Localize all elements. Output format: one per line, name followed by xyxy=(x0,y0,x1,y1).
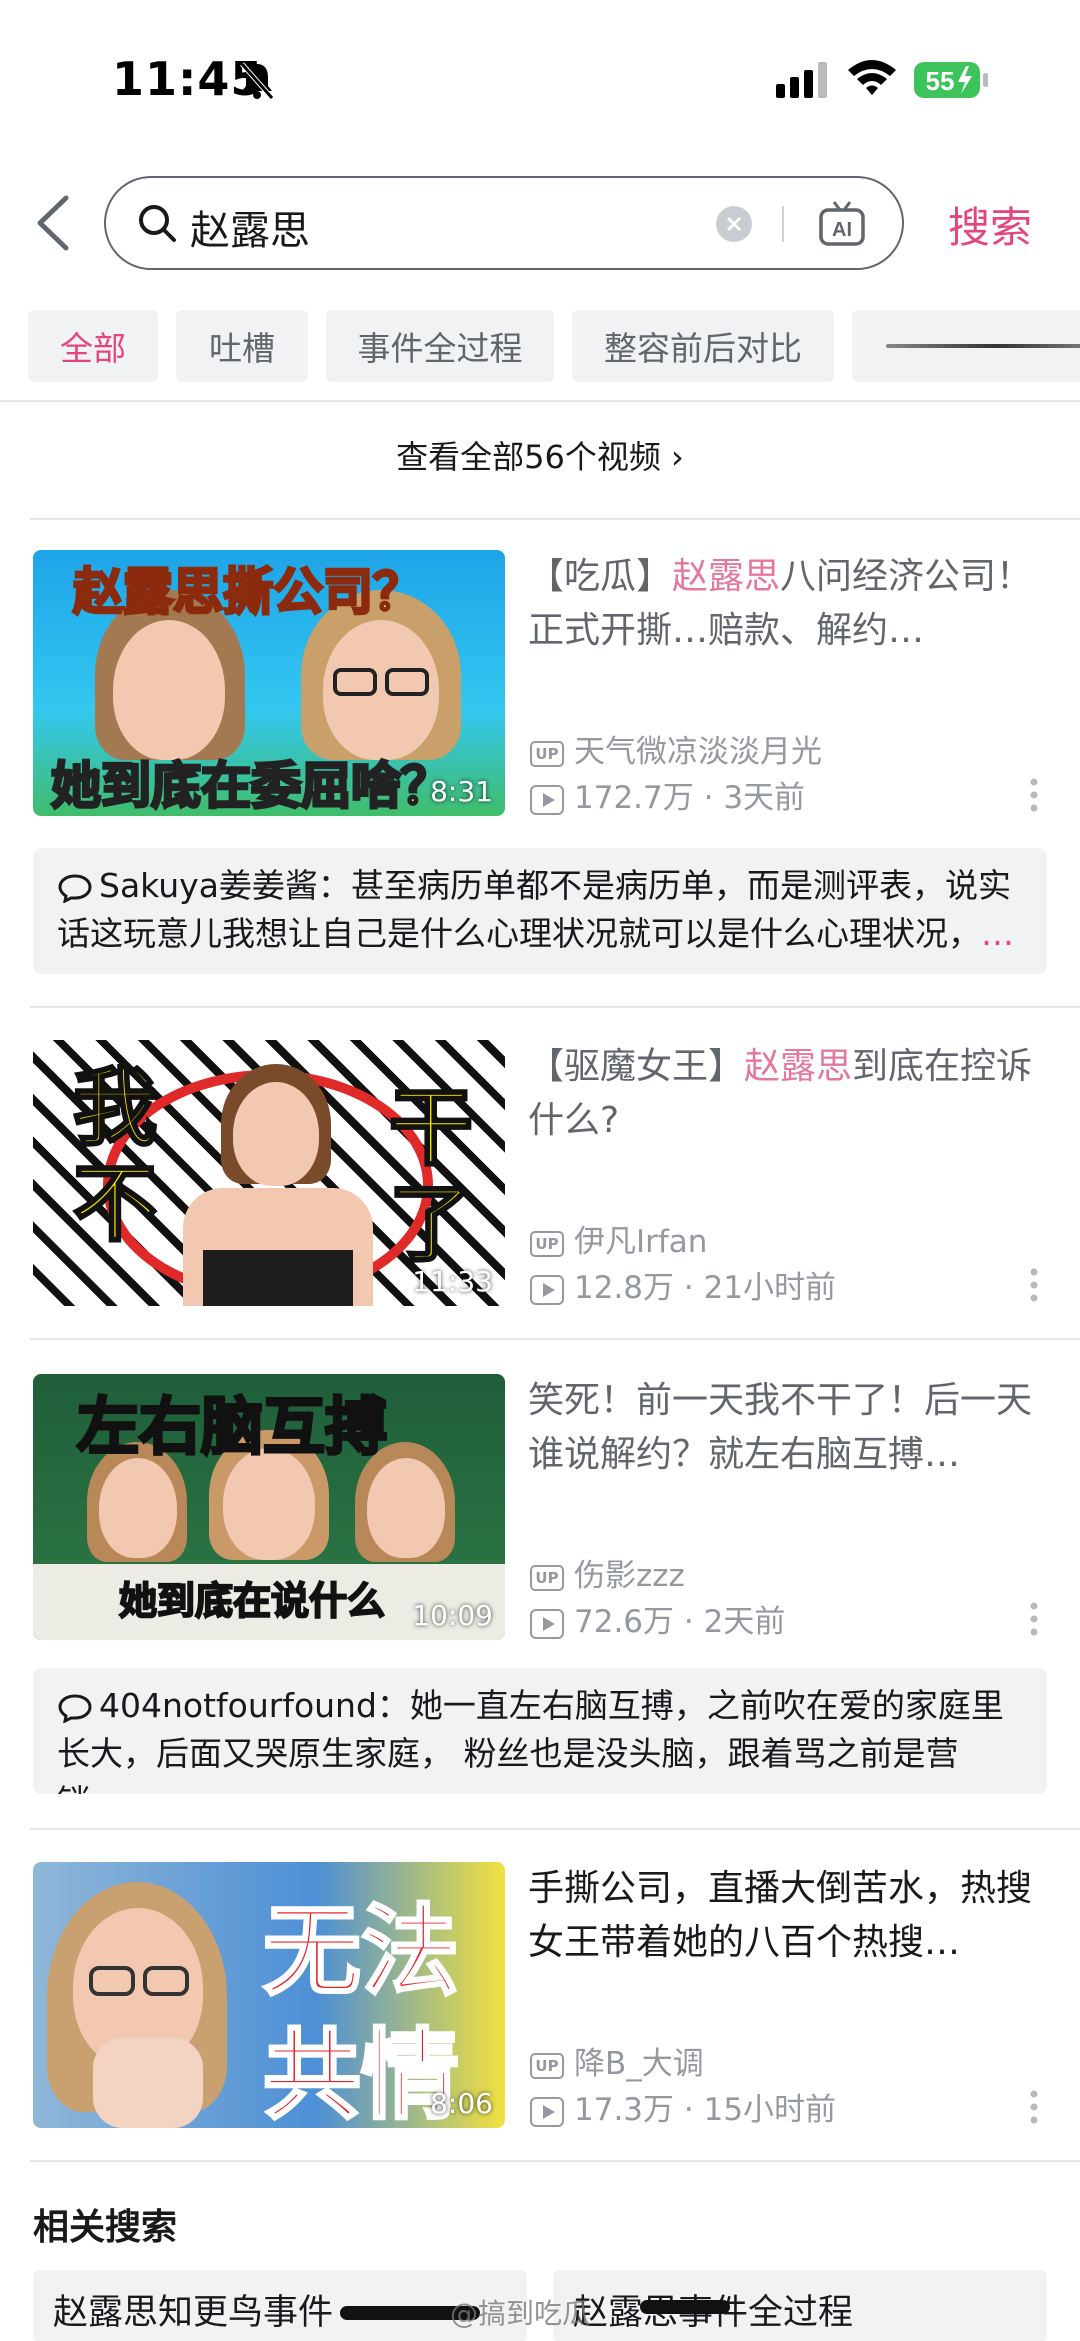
view-count: 12.8万 xyxy=(574,1270,675,1306)
filter-tabs: 全部 吐槽 事件全过程 整容前后对比 xyxy=(0,310,1080,386)
view-all-videos-link[interactable]: 查看全部56个视频 › xyxy=(0,432,1080,478)
thumbnail-text: 无法 xyxy=(261,1894,460,2011)
view-count: 172.7万 xyxy=(574,780,694,816)
title-text: 【驱魔女王】 xyxy=(528,1046,745,1087)
thumbnail-text-right: 干了 xyxy=(387,1079,474,1274)
uploader[interactable]: UP 天气微凉淡淡月光 xyxy=(530,726,822,771)
close-icon xyxy=(726,216,742,232)
video-thumbnail[interactable]: 无法 共情 8:06 xyxy=(33,1862,505,2128)
publish-time: 3天前 xyxy=(723,780,806,816)
video-stats: 12.8万 · 21小时前 xyxy=(530,1262,836,1307)
comment-icon xyxy=(58,1693,92,1723)
svg-text:55: 55 xyxy=(926,66,955,96)
search-submit-button[interactable]: 搜索 xyxy=(948,194,1032,255)
thumbnail-text: 左右脑互搏 xyxy=(75,1389,388,1465)
top-comment[interactable]: Sakuya姜姜酱：甚至病历单都不是病历单，而是测评表，说实话这玩意儿我想让自己… xyxy=(33,848,1047,974)
cellular-signal-icon xyxy=(776,62,827,98)
video-duration: 10:09 xyxy=(412,1599,493,1632)
divider xyxy=(30,1006,1080,1008)
thumbnail-text: 赵露思撕公司？ xyxy=(72,562,425,623)
up-icon: UP xyxy=(530,1230,564,1257)
more-options-icon[interactable] xyxy=(1030,2090,1038,2124)
publish-time: 2天前 xyxy=(703,1604,786,1640)
tab-redacted[interactable] xyxy=(852,310,1080,382)
comment-user: 404notfourfound： xyxy=(99,1686,410,1725)
video-thumbnail[interactable]: 赵露思撕公司？ 她到底在委屈啥？ 8:31 xyxy=(33,550,505,816)
video-title[interactable]: 【驱魔女王】赵露思到底在控诉什么? xyxy=(528,1040,1048,1148)
uploader[interactable]: UP 降B_大调 xyxy=(530,2038,704,2083)
uploader-name: 伤影zzz xyxy=(574,1558,685,1594)
uploader-name: 伊凡Irfan xyxy=(574,1224,708,1260)
video-thumbnail[interactable]: 我不 干了 11:33 xyxy=(33,1040,505,1306)
svg-text:AI: AI xyxy=(832,219,852,241)
video-stats: 17.3万 · 15小时前 xyxy=(530,2084,836,2129)
more-options-icon[interactable] xyxy=(1030,1602,1038,1636)
tab-all[interactable]: 全部 xyxy=(28,310,158,382)
comment-user: Sakuya姜姜酱： xyxy=(99,866,351,905)
tab-complain[interactable]: 吐槽 xyxy=(176,310,308,382)
video-stats: 72.6万 · 2天前 xyxy=(530,1596,785,1641)
up-icon: UP xyxy=(530,2052,564,2079)
wifi-icon xyxy=(848,60,896,95)
comment-icon xyxy=(58,873,92,903)
ai-tv-icon[interactable]: AI xyxy=(818,198,866,248)
divider xyxy=(782,206,784,242)
thumbnail-text: 她到底在说什么 xyxy=(118,1578,386,1624)
divider xyxy=(30,1828,1080,1830)
thumbnail-text: 干了 xyxy=(387,1079,479,1274)
tab-full-event[interactable]: 事件全过程 xyxy=(326,310,554,382)
play-count-icon xyxy=(530,1608,564,1639)
play-count-icon xyxy=(530,784,564,815)
search-query[interactable]: 赵露思 xyxy=(190,198,310,256)
back-arrow-icon[interactable] xyxy=(30,190,76,256)
search-input[interactable]: 赵露思 AI xyxy=(104,176,904,270)
uploader[interactable]: UP 伊凡Irfan xyxy=(530,1216,707,1261)
thumbnail-text: 她到底在委屈啥？ xyxy=(50,756,453,817)
video-thumbnail[interactable]: 左右脑互搏 她到底在说什么 10:09 xyxy=(33,1374,505,1640)
uploader[interactable]: UP 伤影zzz xyxy=(530,1550,685,1595)
video-title[interactable]: 笑死！前一天我不干了！后一天谁说解约？就左右脑互搏… xyxy=(528,1374,1048,1482)
tab-before-after[interactable]: 整容前后对比 xyxy=(572,310,834,382)
clear-search-button[interactable] xyxy=(716,206,752,242)
play-count-icon xyxy=(530,2096,564,2127)
status-bar: 11:45 55 xyxy=(0,0,1080,150)
video-stats: 172.7万 · 3天前 xyxy=(530,772,805,817)
publish-time: 21小时前 xyxy=(703,1270,837,1306)
view-count: 17.3万 xyxy=(574,2092,675,2128)
title-highlight: 赵露思 xyxy=(744,1046,853,1087)
related-searches-title: 相关搜索 xyxy=(33,2207,178,2248)
up-icon: UP xyxy=(530,1564,564,1591)
video-duration: 8:06 xyxy=(430,2087,493,2120)
divider xyxy=(30,518,1080,520)
comment-more: … xyxy=(981,914,1014,953)
uploader-name: 降B_大调 xyxy=(574,2046,704,2082)
redaction-mark xyxy=(640,2300,730,2314)
related-search-item[interactable]: 赵露思事件全过程 xyxy=(553,2270,1047,2341)
search-icon xyxy=(139,205,176,242)
video-title[interactable]: 【吃瓜】赵露思八问经济公司！正式开撕…赔款、解约… xyxy=(528,550,1048,658)
title-highlight: 赵露思 xyxy=(672,556,781,597)
divider xyxy=(30,1338,1080,1340)
thumbnail-text: 我不 xyxy=(71,1059,163,1254)
divider xyxy=(0,400,1080,402)
battery-icon: 55 xyxy=(914,62,988,98)
up-icon: UP xyxy=(530,740,564,767)
watermark: @搞到吃瓜 xyxy=(450,2297,591,2330)
title-text: 【吃瓜】 xyxy=(528,556,673,597)
play-count-icon xyxy=(530,1274,564,1305)
more-options-icon[interactable] xyxy=(1030,1268,1038,1302)
video-title[interactable]: 手撕公司，直播大倒苦水，热搜女王带着她的八百个热搜… xyxy=(528,1862,1048,1970)
uploader-name: 天气微凉淡淡月光 xyxy=(574,734,822,770)
divider xyxy=(30,2160,1080,2162)
video-duration: 8:31 xyxy=(430,775,493,808)
video-duration: 11:33 xyxy=(412,1265,493,1298)
thumbnail-text-left: 我不 xyxy=(71,1059,158,1254)
view-count: 72.6万 xyxy=(574,1604,675,1640)
silent-bell-icon xyxy=(240,62,274,100)
more-options-icon[interactable] xyxy=(1030,778,1038,812)
publish-time: 15小时前 xyxy=(703,2092,837,2128)
top-comment[interactable]: 404notfourfound：她一直左右脑互搏，之前吹在爱的家庭里长大，后面又… xyxy=(33,1668,1047,1794)
